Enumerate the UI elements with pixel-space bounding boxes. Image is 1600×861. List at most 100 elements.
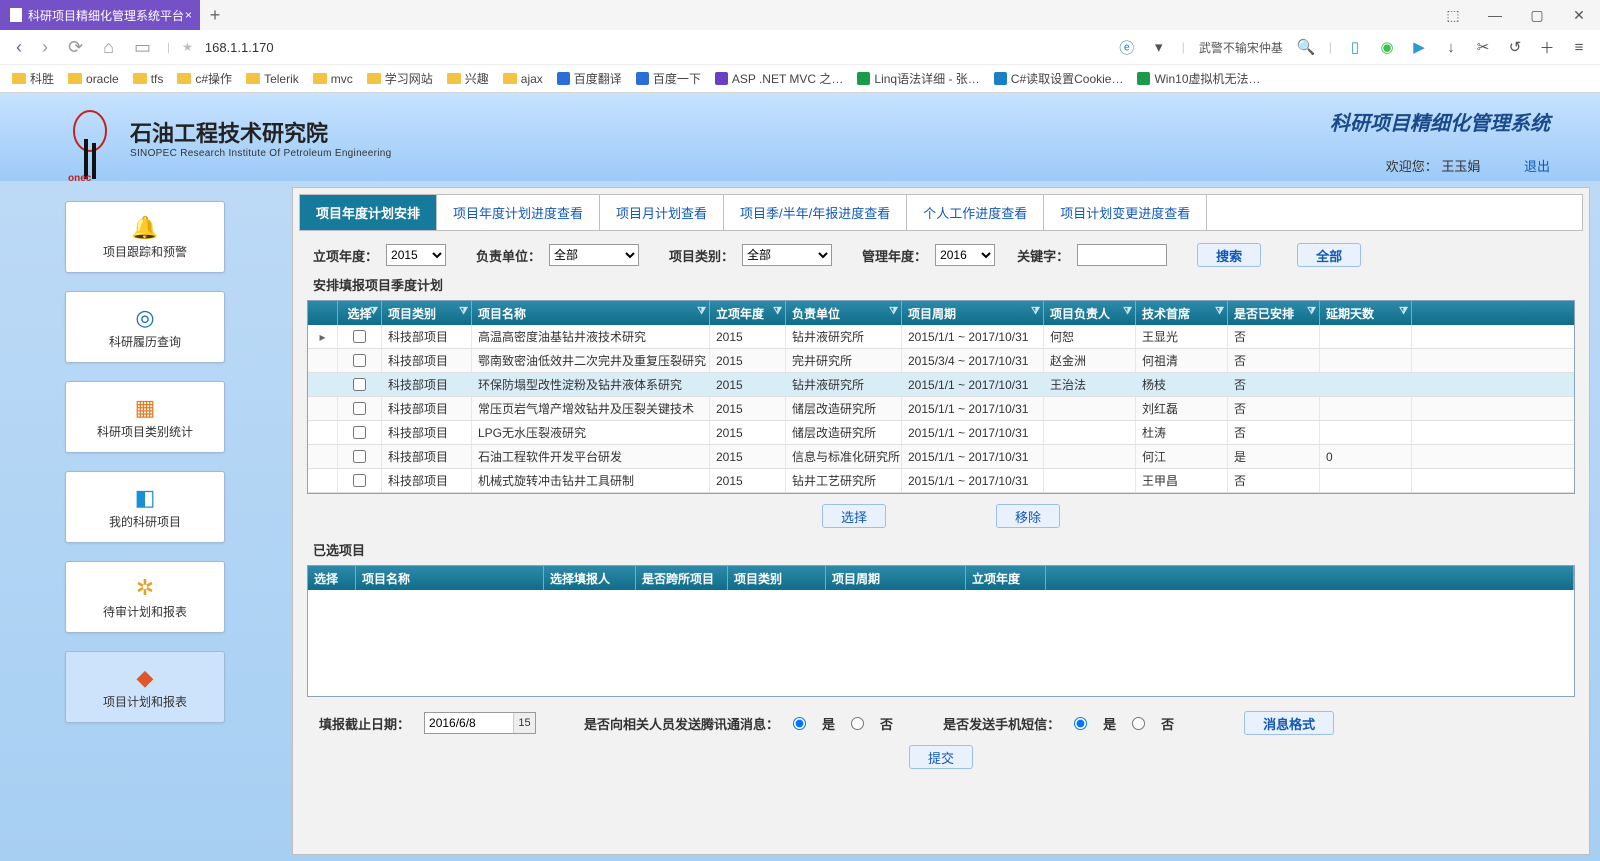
expand-icon[interactable] bbox=[308, 397, 338, 420]
browser-tab[interactable]: 科研项目精细化管理系统平台 × bbox=[0, 0, 200, 30]
expand-icon[interactable] bbox=[308, 421, 338, 444]
row-checkbox[interactable] bbox=[353, 330, 366, 343]
compat-icon[interactable]: ⓔ bbox=[1118, 38, 1136, 56]
radio-tx-yes[interactable] bbox=[793, 717, 806, 730]
search-button[interactable]: 搜索 bbox=[1197, 243, 1261, 267]
expand-icon[interactable] bbox=[308, 469, 338, 492]
table-row[interactable]: 科技部项目常压页岩气增产增效钻井及压裂关键技术2015储层改造研究所2015/1… bbox=[308, 397, 1574, 421]
download-icon[interactable]: ↓ bbox=[1442, 38, 1460, 56]
col-header[interactable]: 负责单位⧩ bbox=[786, 301, 902, 325]
bookmark-item[interactable]: Linq语法详细 - 张… bbox=[857, 70, 979, 87]
date-picker[interactable]: 15 bbox=[424, 712, 536, 734]
col-header[interactable]: 项目名称⧩ bbox=[472, 301, 710, 325]
play-icon[interactable]: ▶ bbox=[1410, 38, 1428, 56]
col-header[interactable]: 项目负责人⧩ bbox=[1044, 301, 1136, 325]
bookmark-item[interactable]: ajax bbox=[503, 72, 543, 86]
expand-icon[interactable] bbox=[308, 373, 338, 396]
remove-button[interactable]: 移除 bbox=[996, 504, 1060, 528]
forward-icon[interactable]: › bbox=[38, 37, 52, 58]
bookmark-item[interactable]: Telerik bbox=[246, 72, 299, 86]
bookmark-item[interactable]: 科胜 bbox=[12, 70, 54, 87]
msg-format-button[interactable]: 消息格式 bbox=[1244, 711, 1334, 735]
submit-button[interactable]: 提交 bbox=[909, 745, 973, 769]
bookmark-item[interactable]: oracle bbox=[68, 72, 119, 86]
calendar-icon[interactable]: 15 bbox=[513, 713, 535, 733]
col-header[interactable]: 项目类别⧩ bbox=[382, 301, 472, 325]
content-tab[interactable]: 项目计划变更进度查看 bbox=[1044, 195, 1207, 230]
bookmark-item[interactable]: mvc bbox=[313, 72, 353, 86]
radio-sms-no[interactable] bbox=[1132, 717, 1145, 730]
radio-sms-yes[interactable] bbox=[1074, 717, 1087, 730]
filter-icon[interactable]: ⧩ bbox=[773, 306, 782, 317]
content-tab[interactable]: 个人工作进度查看 bbox=[907, 195, 1044, 230]
table-row[interactable]: 科技部项目LPG无水压裂液研究2015储层改造研究所2015/1/1 ~ 201… bbox=[308, 421, 1574, 445]
table-row[interactable]: 科技部项目环保防塌型改性淀粉及钻井液体系研究2015钻井液研究所2015/1/1… bbox=[308, 373, 1574, 397]
content-tab[interactable]: 项目季/半年/年报进度查看 bbox=[724, 195, 907, 230]
col-header[interactable]: 选择填报人 bbox=[544, 566, 636, 590]
col-header[interactable]: 项目周期⧩ bbox=[902, 301, 1044, 325]
chevron-down-icon[interactable]: ▾ bbox=[1150, 38, 1168, 56]
expand-icon[interactable] bbox=[308, 349, 338, 372]
logout-link[interactable]: 退出 bbox=[1524, 159, 1550, 174]
selected-grid-body[interactable] bbox=[308, 590, 1574, 696]
select-type[interactable]: 全部 bbox=[742, 244, 832, 266]
filter-icon[interactable]: ⧩ bbox=[1215, 306, 1224, 317]
undo-icon[interactable]: ↺ bbox=[1506, 38, 1524, 56]
bookmark-item[interactable]: 百度一下 bbox=[636, 70, 701, 87]
col-header[interactable]: 选择⧩ bbox=[338, 301, 382, 325]
refresh-icon[interactable]: ⟳ bbox=[64, 37, 87, 58]
filter-icon[interactable]: ⧩ bbox=[1031, 306, 1040, 317]
plus-icon[interactable]: ＋ bbox=[1538, 38, 1556, 56]
row-checkbox[interactable] bbox=[353, 378, 366, 391]
bookmark-item[interactable]: c#操作 bbox=[177, 70, 232, 87]
grid-body[interactable]: ▸科技部项目高温高密度油基钻井液技术研究2015钻井液研究所2015/1/1 ~… bbox=[308, 325, 1574, 493]
select-button[interactable]: 选择 bbox=[822, 504, 886, 528]
url-text[interactable]: 168.1.1.170 bbox=[205, 40, 274, 55]
bookmark-item[interactable]: 兴趣 bbox=[447, 70, 489, 87]
col-header[interactable]: 是否已安排⧩ bbox=[1228, 301, 1320, 325]
sidebar-item[interactable]: ✲待审计划和报表 bbox=[65, 561, 225, 633]
all-button[interactable]: 全部 bbox=[1297, 243, 1361, 267]
content-tab[interactable]: 项目年度计划安排 bbox=[300, 195, 437, 230]
col-header[interactable]: 延期天数⧩ bbox=[1320, 301, 1412, 325]
row-checkbox[interactable] bbox=[353, 450, 366, 463]
reader-icon[interactable]: ▭ bbox=[130, 37, 155, 58]
content-tab[interactable]: 项目月计划查看 bbox=[600, 195, 724, 230]
table-row[interactable]: ▸科技部项目高温高密度油基钻井液技术研究2015钻井液研究所2015/1/1 ~… bbox=[308, 325, 1574, 349]
input-keyword[interactable] bbox=[1077, 244, 1167, 266]
home-icon[interactable]: ⌂ bbox=[99, 37, 118, 58]
sidebar-item[interactable]: 🔔项目跟踪和预警 bbox=[65, 201, 225, 273]
search-icon[interactable]: 🔍 bbox=[1297, 38, 1315, 56]
bookmark-item[interactable]: Win10虚拟机无法… bbox=[1137, 70, 1260, 87]
col-header[interactable]: 立项年度 bbox=[966, 566, 1046, 590]
filter-icon[interactable]: ⧩ bbox=[459, 306, 468, 317]
back-icon[interactable]: ‹ bbox=[12, 37, 26, 58]
row-checkbox[interactable] bbox=[353, 354, 366, 367]
col-header[interactable]: 是否跨所项目 bbox=[636, 566, 728, 590]
sidebar-item[interactable]: ◧我的科研项目 bbox=[65, 471, 225, 543]
bookmark-item[interactable]: 百度翻译 bbox=[557, 70, 622, 87]
phone-icon[interactable]: ▯ bbox=[1346, 38, 1364, 56]
table-row[interactable]: 科技部项目鄂南致密油低效井二次完井及重复压裂研究2015完井研究所2015/3/… bbox=[308, 349, 1574, 373]
date-input[interactable] bbox=[425, 716, 513, 730]
col-header[interactable]: 技术首席⧩ bbox=[1136, 301, 1228, 325]
filter-icon[interactable]: ⧩ bbox=[889, 306, 898, 317]
win-maximize-icon[interactable]: ▢ bbox=[1516, 0, 1558, 30]
sidebar-item[interactable]: ◎科研履历查询 bbox=[65, 291, 225, 363]
bookmark-item[interactable]: ASP .NET MVC 之… bbox=[715, 70, 844, 87]
cut-icon[interactable]: ✂ bbox=[1474, 38, 1492, 56]
select-year[interactable]: 2015 bbox=[386, 244, 446, 266]
filter-icon[interactable]: ⧩ bbox=[697, 306, 706, 317]
expand-icon[interactable]: ▸ bbox=[308, 325, 338, 348]
radio-tx-no[interactable] bbox=[851, 717, 864, 730]
win-minimize-icon[interactable]: — bbox=[1474, 0, 1516, 30]
star-icon[interactable]: ★ bbox=[182, 40, 193, 54]
win-close-icon[interactable]: ✕ bbox=[1558, 0, 1600, 30]
content-tab[interactable]: 项目年度计划进度查看 bbox=[437, 195, 600, 230]
wechat-icon[interactable]: ◉ bbox=[1378, 38, 1396, 56]
new-tab-button[interactable]: + bbox=[200, 0, 230, 30]
close-icon[interactable]: × bbox=[185, 8, 192, 22]
col-header[interactable]: 选择 bbox=[308, 566, 356, 590]
col-header[interactable]: 立项年度⧩ bbox=[710, 301, 786, 325]
win-pin-icon[interactable]: ⬚ bbox=[1432, 0, 1474, 30]
